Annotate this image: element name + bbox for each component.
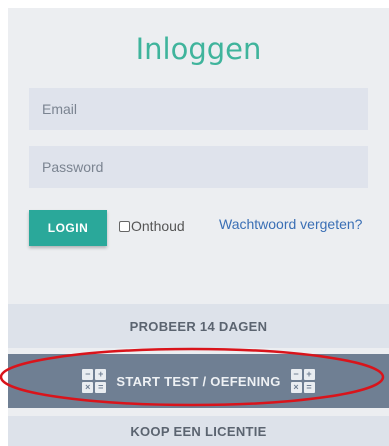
forgot-password-link[interactable]: Wachtwoord vergeten? (219, 216, 362, 232)
login-title: Inloggen (135, 32, 262, 66)
start-test-label: START TEST / OEFENING (116, 373, 281, 389)
remember-checkbox[interactable] (119, 220, 130, 232)
remember-me[interactable]: Onthoud (119, 218, 185, 234)
buy-license-button[interactable]: KOOP EEN LICENTIE (8, 416, 389, 446)
buy-license-label: KOOP EEN LICENTIE (130, 423, 267, 439)
trial-button[interactable]: PROBEER 14 DAGEN (8, 304, 389, 348)
login-button[interactable]: LOGIN (29, 210, 107, 246)
password-field[interactable] (29, 146, 368, 188)
trial-label: PROBEER 14 DAGEN (129, 318, 268, 334)
calculator-icon: − + × = (290, 369, 315, 393)
remember-label: Onthoud (131, 218, 185, 234)
login-panel: Inloggen LOGIN Onthoud Wachtwoord verget… (8, 8, 389, 446)
calculator-icon: − + × = (82, 369, 107, 393)
email-field[interactable] (29, 88, 368, 130)
start-test-button[interactable]: − + × = START TEST / OEFENING − + × = (8, 354, 389, 408)
